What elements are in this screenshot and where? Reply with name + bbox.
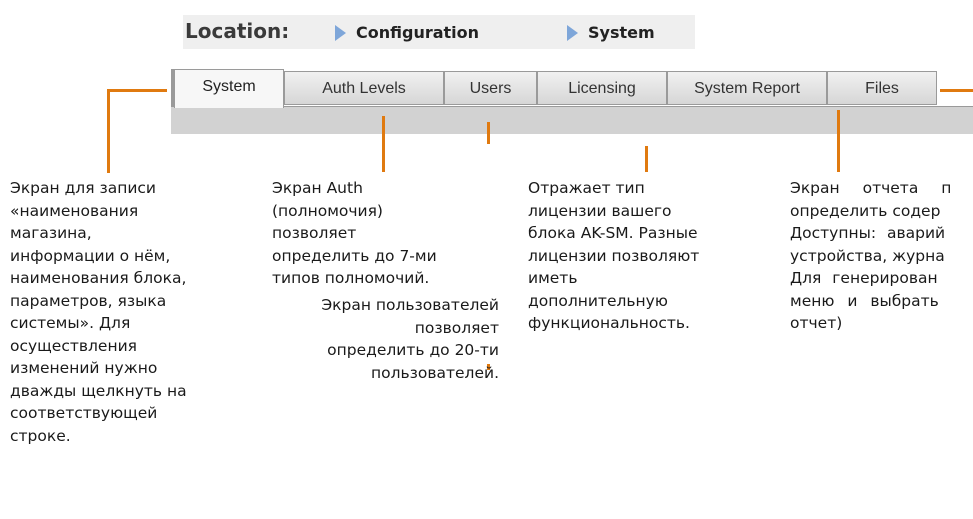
leader-auth [382, 116, 385, 172]
crumb-arrow-icon [335, 25, 346, 41]
tab-files[interactable]: Files [827, 71, 937, 105]
crumb-system[interactable]: System [588, 23, 655, 42]
tab-auth-levels[interactable]: Auth Levels [284, 71, 444, 105]
crumb-arrow-icon [567, 25, 578, 41]
tab-strip: System Auth Levels Users Licensing Syste… [171, 69, 973, 134]
tab-panel [171, 106, 973, 134]
leader-licensing [645, 146, 648, 172]
tab-users[interactable]: Users [444, 71, 537, 105]
tab-system[interactable]: System [174, 69, 284, 108]
crumb-configuration[interactable]: Configuration [356, 23, 479, 42]
leader-report [837, 110, 840, 172]
annotation-system: Экран для записи «наименования магазина,… [10, 179, 187, 445]
tab-licensing[interactable]: Licensing [537, 71, 667, 105]
leader-users-top [487, 122, 490, 144]
breadcrumb: Location: Configuration System [183, 15, 695, 49]
leader-system-vertical [107, 89, 110, 173]
tabs-row: System Auth Levels Users Licensing Syste… [171, 69, 973, 108]
annotation-licensing: Отражает тип лицензии вашего блока AK-SM… [528, 179, 700, 332]
leader-files [940, 89, 973, 92]
tab-system-report[interactable]: System Report [667, 71, 827, 105]
annotation-system-report: Экран отчета п определить содер Доступны… [790, 179, 952, 332]
leader-system-horizontal [107, 89, 167, 92]
location-label: Location: [185, 19, 290, 43]
annotation-auth: Экран Auth (полномочия) позволяет опреде… [272, 179, 437, 287]
annotation-users: Экран пользователей позволяет определить… [321, 296, 499, 382]
